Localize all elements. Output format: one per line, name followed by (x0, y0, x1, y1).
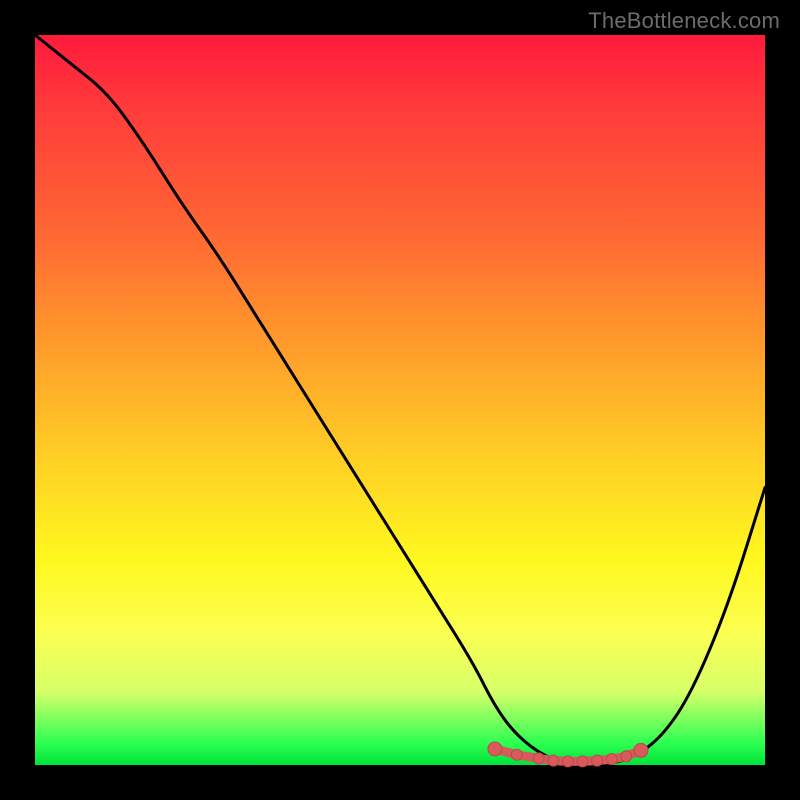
bottleneck-curve-chart (0, 0, 800, 800)
optimal-range-marker (511, 749, 522, 760)
optimal-range-marker (488, 742, 502, 756)
optimal-range-marker (533, 753, 544, 764)
optimal-range-marker (577, 756, 588, 767)
chart-frame: TheBottleneck.com (0, 0, 800, 800)
optimal-range-marker (562, 756, 573, 767)
curve-path (35, 35, 765, 765)
optimal-range-marker (548, 755, 559, 766)
optimal-range-marker (621, 751, 632, 762)
optimal-range-marker (634, 743, 648, 757)
optimal-range-marker (606, 754, 617, 765)
optimal-range-marker (592, 755, 603, 766)
